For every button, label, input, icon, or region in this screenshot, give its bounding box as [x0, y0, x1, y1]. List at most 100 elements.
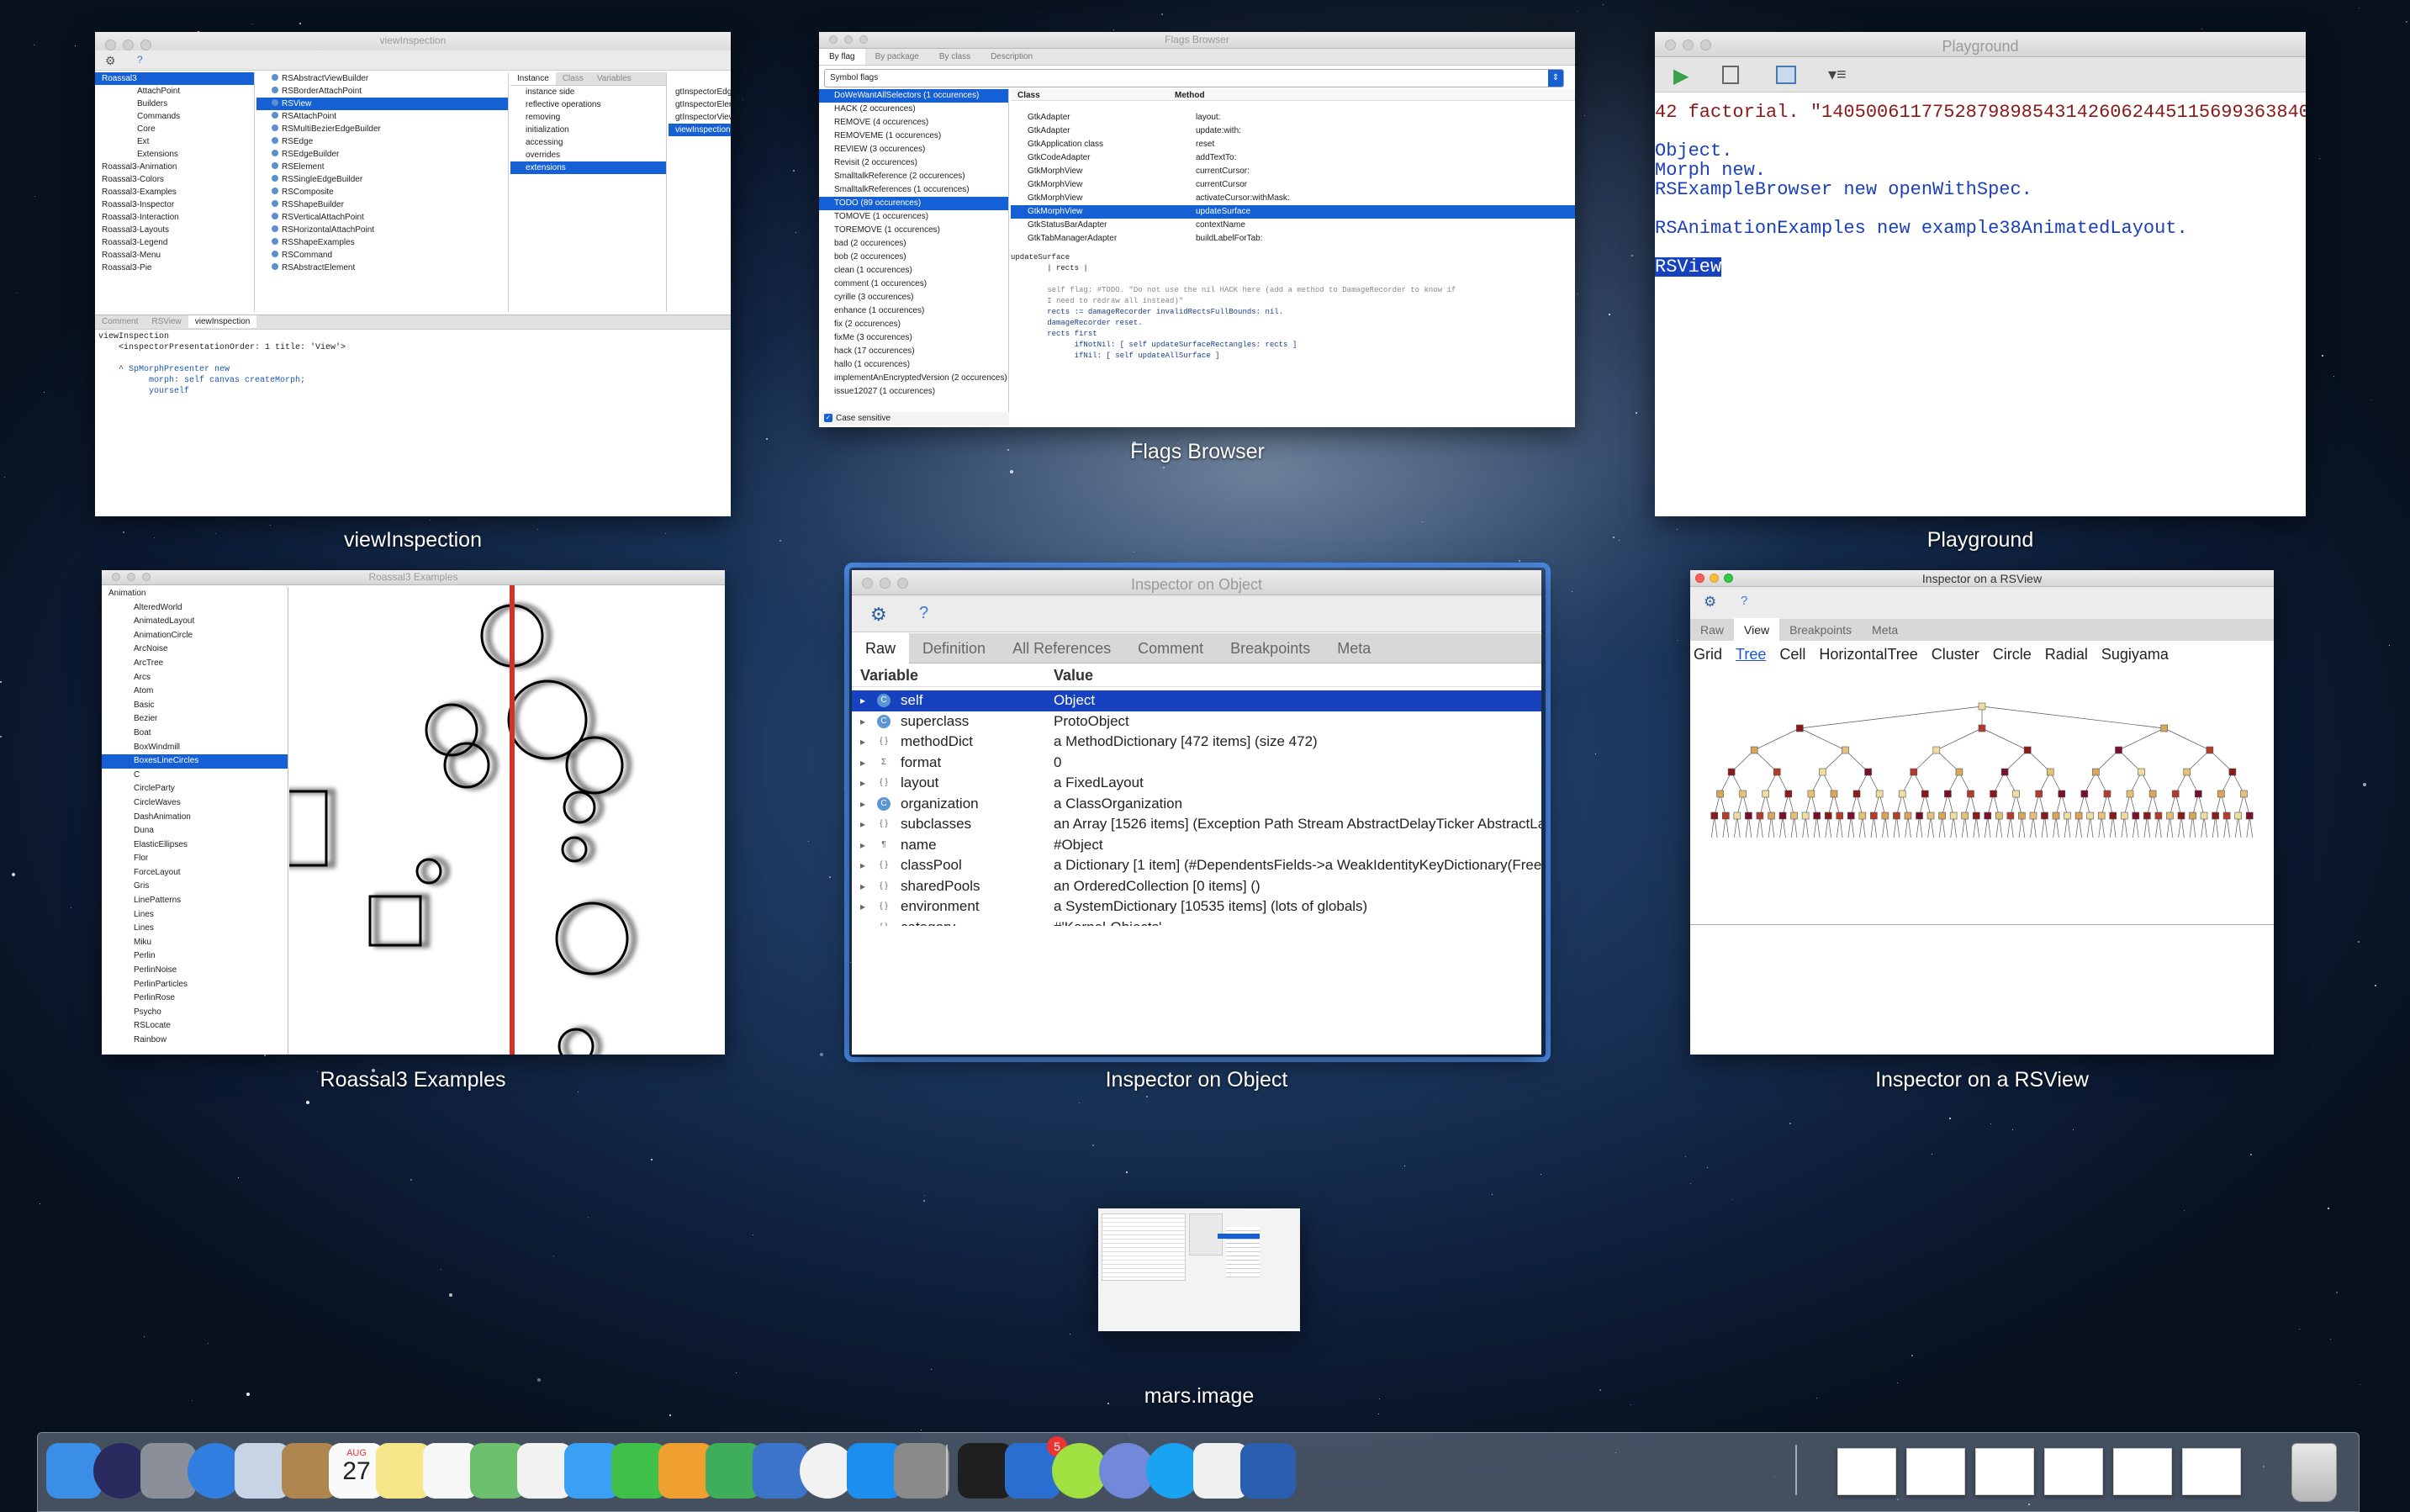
tree-node[interactable] [1955, 768, 1963, 776]
tree-node[interactable] [1739, 790, 1747, 798]
tree-node[interactable] [1881, 812, 1889, 820]
tree-node[interactable] [2212, 812, 2219, 820]
bindings-icon[interactable] [1722, 66, 1739, 84]
example-item[interactable]: BoxesLineCircles [102, 754, 288, 769]
class-item[interactable]: RSShapeBuilder [256, 198, 508, 211]
package-item[interactable]: Roassal3-Layouts [95, 224, 254, 236]
tree-node[interactable] [1938, 812, 1946, 820]
menu-icon[interactable]: ▾≡ [1828, 64, 1847, 85]
package-item[interactable]: Roassal3-Colors [95, 173, 254, 186]
tree-node[interactable] [1995, 812, 2003, 820]
flag-item[interactable]: hallo (1 occurences) [819, 358, 1008, 372]
example-item[interactable]: Lines [102, 908, 288, 923]
protocol-item[interactable]: reflective operations [510, 98, 666, 111]
tab-all-references[interactable]: All References [999, 633, 1124, 663]
expand-arrow-icon[interactable]: ▸ [860, 794, 865, 814]
example-list[interactable]: Animation AlteredWorld AnimatedLayout Anima… [102, 587, 288, 1055]
table-row[interactable]: GtkAdapter update:with: [1011, 124, 1575, 138]
example-item[interactable]: AnimatedLayout [102, 615, 288, 629]
tree-node[interactable] [1904, 812, 1912, 820]
tree-node[interactable] [1898, 790, 1906, 798]
tree-node[interactable] [1756, 812, 1764, 820]
table-row[interactable]: GtkTabManagerAdapter buildLabelForTab: [1011, 232, 1575, 246]
table-row[interactable]: GtkMorphView currentCursor [1011, 178, 1575, 192]
minimized-window-thumbnail[interactable] [2044, 1448, 2103, 1495]
tab-class[interactable]: Class [556, 72, 590, 85]
class-item[interactable]: RSBorderAttachPoint [256, 85, 508, 98]
flag-item[interactable]: SmalltalkReference (2 occurences) [819, 170, 1008, 183]
expand-arrow-icon[interactable]: ▸ [860, 711, 865, 732]
code-tab[interactable]: viewInspection [188, 315, 257, 328]
table-row[interactable]: ▸ { } sharedPools an OrderedCollection [0 i… [852, 876, 1541, 897]
layout-link-grid[interactable]: Grid [1694, 646, 1722, 663]
tab-instance[interactable]: Instance [510, 72, 556, 85]
tab-meta[interactable]: Meta [1324, 633, 1384, 663]
minimized-window-thumbnail[interactable] [1837, 1448, 1896, 1495]
protocol-item[interactable]: initialization [510, 124, 666, 136]
flag-item[interactable]: comment (1 occurences) [819, 278, 1008, 291]
protocol-item[interactable]: instance side [510, 86, 666, 98]
flag-item[interactable]: cyrille (3 occurences) [819, 291, 1008, 304]
inspector-gear-icon[interactable]: ⚙ [870, 604, 887, 626]
window-inspector-object[interactable]: Inspector on Object ⚙ ? Raw Definition All… [852, 570, 1541, 1055]
expand-arrow-icon[interactable]: ▸ [860, 690, 865, 711]
playground-editor[interactable]: 42 factorial. "1405006117752879898543142… [1655, 103, 2306, 277]
flag-item[interactable]: TODO (89 occurences) [819, 197, 1008, 210]
tree-node[interactable] [1727, 768, 1736, 776]
tree-node[interactable] [2217, 790, 2225, 798]
method-item[interactable]: viewInspection [669, 124, 731, 136]
flag-item[interactable]: SmalltalkReferences (1 occurences) [819, 183, 1008, 197]
class-item[interactable]: RSView [256, 98, 508, 110]
tree-node[interactable] [1807, 790, 1815, 798]
class-item[interactable]: RSCommand [256, 249, 508, 262]
tab-variables[interactable]: Variables [590, 72, 638, 85]
flag-item[interactable]: bad (2 occurences) [819, 237, 1008, 251]
flag-item[interactable]: REMOVEME (1 occurences) [819, 130, 1008, 143]
expand-arrow-icon[interactable]: ▸ [860, 835, 865, 855]
tree-node[interactable] [2154, 812, 2163, 820]
example-item[interactable]: CircleParty [102, 782, 288, 796]
example-item[interactable]: Gris [102, 880, 288, 894]
flag-item[interactable]: TOMOVE (1 occurences) [819, 210, 1008, 224]
protocol-item[interactable]: overrides [510, 149, 666, 161]
example-item[interactable]: Boat [102, 727, 288, 741]
tree-node[interactable] [2240, 790, 2248, 798]
tree-node[interactable] [1773, 768, 1781, 776]
tree-node[interactable] [2234, 812, 2242, 820]
tree-node[interactable] [1710, 812, 1719, 820]
protocol-item[interactable]: extensions [510, 161, 666, 174]
example-item[interactable]: Lines [102, 922, 288, 936]
tree-node[interactable] [1768, 812, 1775, 820]
example-item[interactable]: Rainbow [102, 1034, 288, 1048]
example-item[interactable]: Animation [102, 587, 288, 601]
tab-by-class[interactable]: By class [929, 49, 980, 65]
expand-arrow-icon[interactable]: ▸ [860, 855, 865, 875]
tree-node[interactable] [2148, 790, 2157, 798]
tab-by-flag[interactable]: By flag [819, 49, 865, 65]
tree-node[interactable] [2126, 790, 2134, 798]
example-item[interactable]: CircleWaves [102, 796, 288, 811]
tree-node[interactable] [1984, 812, 1992, 820]
code-tab[interactable]: Comment [95, 315, 145, 328]
table-row[interactable]: GtkApplication class reset [1011, 138, 1575, 151]
table-row[interactable]: GtkStatusBarAdapter contextName [1011, 219, 1575, 232]
table-row[interactable]: ▸ { } methodDict a MethodDictionary [472 it… [852, 732, 1541, 753]
tree-node[interactable] [1847, 812, 1855, 820]
table-row[interactable]: ▸ Csuperclass ProtoObject [852, 711, 1541, 732]
tree-node[interactable] [1944, 790, 1952, 798]
flag-item[interactable]: REMOVE (4 occurences) [819, 116, 1008, 130]
code-tab[interactable]: RSView [145, 315, 188, 328]
tree-node[interactable] [1796, 724, 1804, 732]
tree-node[interactable] [2023, 746, 2032, 754]
example-item[interactable]: AlteredWorld [102, 601, 288, 616]
class-item[interactable]: RSHorizontalAttachPoint [256, 224, 508, 236]
class-item[interactable]: RSAbstractElement [256, 262, 508, 274]
tree-node[interactable] [1870, 812, 1878, 820]
tree-node[interactable] [2177, 812, 2185, 820]
tree-node[interactable] [1852, 790, 1861, 798]
tree-node[interactable] [2058, 790, 2066, 798]
tree-node[interactable] [2041, 812, 2048, 820]
flag-item[interactable]: TOREMOVE (1 occurences) [819, 224, 1008, 237]
class-item[interactable]: RSAbstractViewBuilder [256, 72, 508, 85]
tree-node[interactable] [1990, 790, 1997, 798]
